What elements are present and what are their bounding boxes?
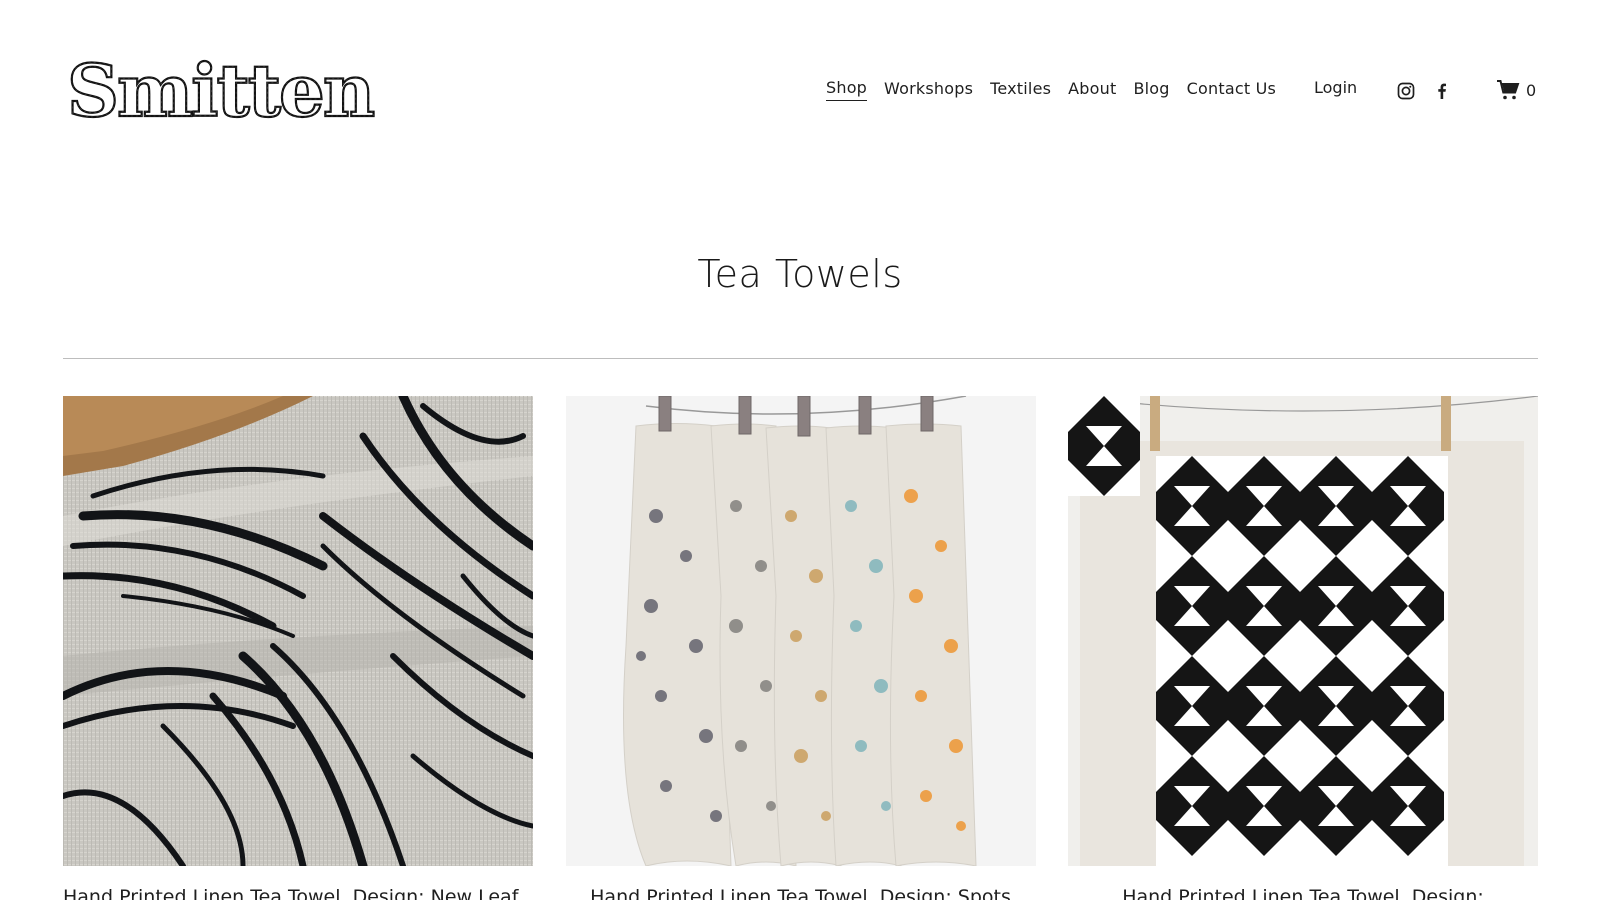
nav-textiles[interactable]: Textiles [990,79,1051,101]
product-image-new-leaf[interactable] [63,396,533,866]
product-image-geometric[interactable] [1068,396,1538,866]
site-logo[interactable]: Smitten Smitten [63,52,388,128]
title-divider [63,358,1538,359]
nav-workshops[interactable]: Workshops [884,79,973,101]
login-link[interactable]: Login [1314,78,1357,97]
cart-button[interactable]: 0 [1496,79,1536,101]
logo-wordmark-hatch: Smitten [67,52,374,128]
instagram-icon[interactable] [1397,82,1415,100]
product-title[interactable]: Hand Printed Linen Tea Towel, Design: Ne… [63,886,533,900]
cart-icon [1497,80,1520,100]
product-card[interactable]: Hand Printed Linen Tea Towel, Design: Ne… [63,396,533,900]
main-nav: Shop Workshops Textiles About Blog Conta… [826,78,1293,101]
nav-contact-us[interactable]: Contact Us [1187,79,1276,101]
nav-blog[interactable]: Blog [1133,79,1169,101]
nav-about[interactable]: About [1068,79,1116,101]
page-title: Tea Towels [697,252,903,296]
cart-count: 0 [1526,80,1537,100]
product-image-spots[interactable] [565,396,1036,866]
product-grid: Hand Printed Linen Tea Towel, Design: Ne… [63,396,1538,900]
social-links [1397,82,1451,100]
nav-shop[interactable]: Shop [826,78,868,101]
product-title[interactable]: Hand Printed Linen Tea Towel, Design: Sp… [566,886,1036,900]
smitten-logo-image: Smitten Smitten [66,52,377,128]
product-card[interactable]: Hand Printed Linen Tea Towel, Design: Sp… [565,396,1036,900]
product-card[interactable]: Hand Printed Linen Tea Towel, Design: [1068,396,1538,900]
product-title[interactable]: Hand Printed Linen Tea Towel, Design: [1068,886,1538,900]
facebook-icon[interactable] [1433,82,1451,100]
